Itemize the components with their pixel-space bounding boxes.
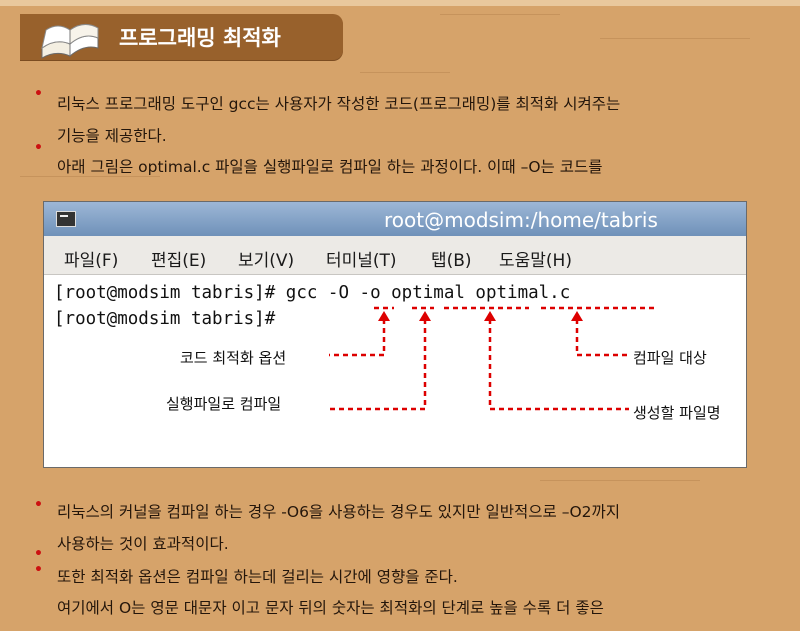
wood-grain [440, 14, 560, 15]
menu-terminal[interactable]: 터미널(T) [326, 246, 397, 271]
terminal-title: root@modsim:/home/tabris [384, 208, 658, 232]
annotation-label: 코드 최적화 옵션 [180, 349, 287, 367]
annotation-label: 실행파일로 컴파일 [166, 395, 282, 413]
paragraph-line: 또한 최적화 옵션은 컴파일 하는데 걸리는 시간에 영향을 준다. [57, 568, 458, 586]
menu-tabs[interactable]: 탭(B) [431, 246, 472, 271]
menu-file[interactable]: 파일(F) [64, 246, 118, 271]
annotation-label: 컴파일 대상 [633, 349, 707, 367]
terminal-window: root@modsim:/home/tabris 파일(F) 편집(E) 보기(… [43, 201, 747, 468]
bullet-marker: • [34, 86, 43, 102]
terminal-icon[interactable] [56, 211, 76, 227]
bullet-marker: • [34, 562, 43, 578]
page-title: 프로그래밍 최적화 [119, 26, 281, 50]
paragraph-line: 리눅스 프로그래밍 도구인 gcc는 사용자가 작성한 코드(프로그래밍)를 최… [57, 95, 621, 113]
top-border [0, 0, 800, 6]
menu-view[interactable]: 보기(V) [238, 246, 294, 271]
bullet-marker: • [34, 497, 43, 513]
wood-grain [540, 480, 700, 481]
menu-edit[interactable]: 편집(E) [151, 246, 206, 271]
bullet-marker: • [34, 140, 43, 156]
paragraph-line: 아래 그림은 optimal.c 파일을 실행파일로 컴파일 하는 과정이다. … [57, 158, 603, 176]
paragraph-line: 여기에서 O는 영문 대문자 이고 문자 뒤의 숫자는 최적화의 단계로 높을 … [57, 599, 604, 617]
annotation-label: 생성할 파일명 [633, 404, 721, 422]
wood-grain [600, 38, 750, 39]
paragraph-line: 기능을 제공한다. [57, 127, 167, 145]
annotation-arrows [329, 306, 656, 411]
terminal-menubar: 파일(F) 편집(E) 보기(V) 터미널(T) 탭(B) 도움말(H) [44, 236, 746, 275]
wood-grain [360, 72, 450, 73]
open-book-icon [41, 24, 99, 59]
terminal-body[interactable]: [root@modsim tabris]# gcc -O -o optimal … [44, 275, 746, 467]
paragraph-line: 리눅스의 커널을 컴파일 하는 경우 -O6을 사용하는 경우도 있지만 일반적… [57, 503, 621, 521]
menu-help[interactable]: 도움말(H) [499, 246, 572, 271]
paragraph-line: 사용하는 것이 효과적이다. [57, 535, 229, 553]
bullet-marker: • [34, 546, 43, 562]
terminal-titlebar: root@modsim:/home/tabris [44, 202, 746, 236]
